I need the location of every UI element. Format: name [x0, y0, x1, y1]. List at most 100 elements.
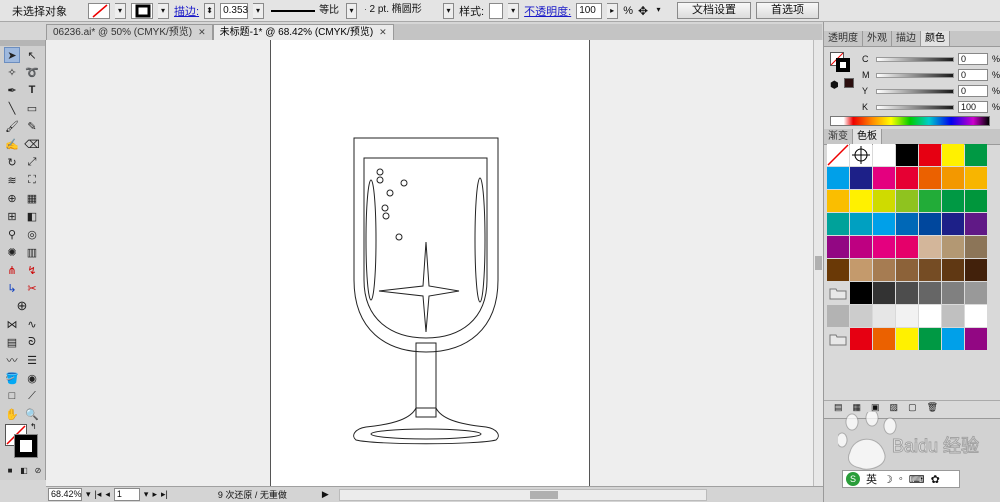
column-tool-icon[interactable]: ▤: [4, 334, 20, 350]
color-swatch[interactable]: [942, 190, 964, 212]
close-icon[interactable]: ✕: [198, 25, 206, 40]
convert-anchor-tool-icon[interactable]: ↳: [4, 280, 20, 296]
artboard-box-tool-icon[interactable]: □: [4, 388, 20, 404]
opacity-label[interactable]: 不透明度:: [524, 3, 571, 19]
style-swatch[interactable]: [489, 2, 504, 19]
color-swatch[interactable]: [827, 259, 849, 281]
hscroll-thumb[interactable]: [529, 490, 558, 499]
tab-swatches[interactable]: 色板: [853, 129, 882, 144]
preferences-button[interactable]: 首选项: [756, 2, 820, 19]
color-swatch[interactable]: [965, 236, 987, 258]
color-swatch[interactable]: [850, 190, 872, 212]
color-swatch[interactable]: [942, 236, 964, 258]
color-swatch[interactable]: [965, 144, 987, 166]
twirl-tool-icon[interactable]: ᘐ: [24, 334, 40, 350]
color-swatch[interactable]: [919, 305, 941, 327]
prev-page-icon[interactable]: ◂: [105, 489, 110, 500]
crosshair-tool-icon[interactable]: ⊕: [14, 298, 30, 314]
stroke-swatch[interactable]: [131, 2, 153, 19]
perspective-grid-tool-icon[interactable]: ▦: [24, 190, 40, 206]
recolor-dropdown[interactable]: ▾: [653, 3, 664, 19]
none-mode-icon[interactable]: ⊘: [30, 462, 46, 478]
y-slider[interactable]: [876, 88, 954, 94]
color-swatch[interactable]: [873, 328, 895, 350]
color-swatch[interactable]: [827, 305, 849, 327]
stroke-weight-dropdown[interactable]: ▾: [253, 2, 265, 19]
selection-tool-icon[interactable]: ➤: [4, 47, 20, 63]
next-page-icon[interactable]: ▸: [152, 489, 157, 500]
first-page-icon[interactable]: |◂: [95, 489, 102, 500]
document-tab[interactable]: 06236.ai* @ 50% (CMYK/预览) ✕: [46, 24, 213, 40]
brush-dropdown[interactable]: ▾: [443, 2, 455, 19]
k-slider[interactable]: [876, 104, 954, 110]
stroke-label[interactable]: 描边:: [174, 3, 199, 19]
color-swatch[interactable]: [896, 167, 918, 189]
color-swatch[interactable]: [873, 190, 895, 212]
color-swatch[interactable]: [896, 213, 918, 235]
c-slider[interactable]: [876, 56, 954, 62]
color-swatch[interactable]: [850, 167, 872, 189]
scale-tool-icon[interactable]: ⤢: [24, 154, 40, 170]
status-menu-icon[interactable]: ▶: [322, 489, 329, 500]
anchor-point-tool-icon[interactable]: ↯: [24, 262, 40, 278]
rectangle-tool-icon[interactable]: ▭: [24, 100, 40, 116]
zoom-tool-icon[interactable]: 🔍: [24, 406, 40, 422]
panel-stroke-icon[interactable]: [836, 58, 850, 72]
color-swatch[interactable]: [965, 190, 987, 212]
hand-tool-icon[interactable]: ✋: [4, 406, 20, 422]
color-swatch[interactable]: [965, 167, 987, 189]
wrinkle-tool-icon[interactable]: 〰: [4, 352, 20, 368]
mesh-tool-icon[interactable]: ⊞: [4, 208, 20, 224]
fill-dropdown[interactable]: ▾: [115, 2, 126, 19]
paintbrush-tool-icon[interactable]: 🖌: [4, 118, 20, 134]
color-swatch[interactable]: [873, 167, 895, 189]
color-swatch[interactable]: [919, 190, 941, 212]
tab-gradient[interactable]: 渐变: [824, 129, 853, 144]
color-swatch[interactable]: [965, 282, 987, 304]
swatch-group-folder-icon[interactable]: [827, 328, 849, 350]
lasso-tool-icon[interactable]: ➰: [24, 64, 40, 80]
color-swatch[interactable]: [873, 259, 895, 281]
swatch-group-folder-icon[interactable]: [827, 282, 849, 304]
color-swatch[interactable]: [919, 144, 941, 166]
live-paint-tool-icon[interactable]: 🪣: [4, 370, 20, 386]
profile-dropdown[interactable]: ▾: [346, 2, 358, 19]
artboard-tool-icon[interactable]: ⋈: [4, 316, 20, 332]
out-of-gamut-icon[interactable]: ⬢: [830, 80, 839, 91]
variable-width-profile[interactable]: 等比: [269, 3, 341, 19]
color-swatch[interactable]: [942, 259, 964, 281]
color-swatch[interactable]: [850, 259, 872, 281]
c-value-input[interactable]: 0: [958, 53, 988, 65]
brush-definition[interactable]: · 2 pt. 椭圆形: [362, 3, 438, 19]
slice-tool-icon[interactable]: ∿: [24, 316, 40, 332]
stroke-stepper[interactable]: ⬍: [204, 2, 216, 19]
pencil-tool-icon[interactable]: ✎: [24, 118, 40, 134]
stroke-box[interactable]: [14, 434, 38, 458]
type-tool-icon[interactable]: T: [24, 82, 40, 98]
show-kinds-icon[interactable]: ▦: [853, 402, 862, 413]
color-swatch[interactable]: [942, 167, 964, 189]
warp-tool-icon[interactable]: ≋: [4, 172, 20, 188]
rotate-tool-icon[interactable]: ↻: [4, 154, 20, 170]
k-value-input[interactable]: 100: [958, 101, 988, 113]
stroke-dropdown[interactable]: ▾: [158, 2, 169, 19]
color-swatch[interactable]: [965, 259, 987, 281]
eraser-tool-icon[interactable]: ⌫: [24, 136, 40, 152]
style-dropdown[interactable]: ▾: [508, 2, 520, 19]
free-transform-tool-icon[interactable]: ⛶: [24, 172, 40, 188]
blob-brush-tool-icon[interactable]: ✍: [4, 136, 20, 152]
gradient-tool-icon[interactable]: ◧: [24, 208, 40, 224]
document-tab-active[interactable]: 未标题-1* @ 68.42% (CMYK/预览) ✕: [212, 24, 394, 40]
tab-color[interactable]: 颜色: [921, 31, 950, 46]
fill-stroke-control[interactable]: ↰: [5, 422, 39, 458]
color-swatch[interactable]: [942, 213, 964, 235]
align-tool-icon[interactable]: ☰: [24, 352, 40, 368]
blend-tool-icon[interactable]: ◎: [24, 226, 40, 242]
color-swatch[interactable]: [850, 213, 872, 235]
opacity-dropdown[interactable]: ▸: [607, 2, 619, 19]
color-swatch[interactable]: [850, 236, 872, 258]
color-swatch[interactable]: [942, 144, 964, 166]
stroke-weight-input[interactable]: 0.353: [220, 2, 248, 19]
tab-stroke[interactable]: 描边: [892, 31, 921, 46]
color-swatch[interactable]: [919, 236, 941, 258]
